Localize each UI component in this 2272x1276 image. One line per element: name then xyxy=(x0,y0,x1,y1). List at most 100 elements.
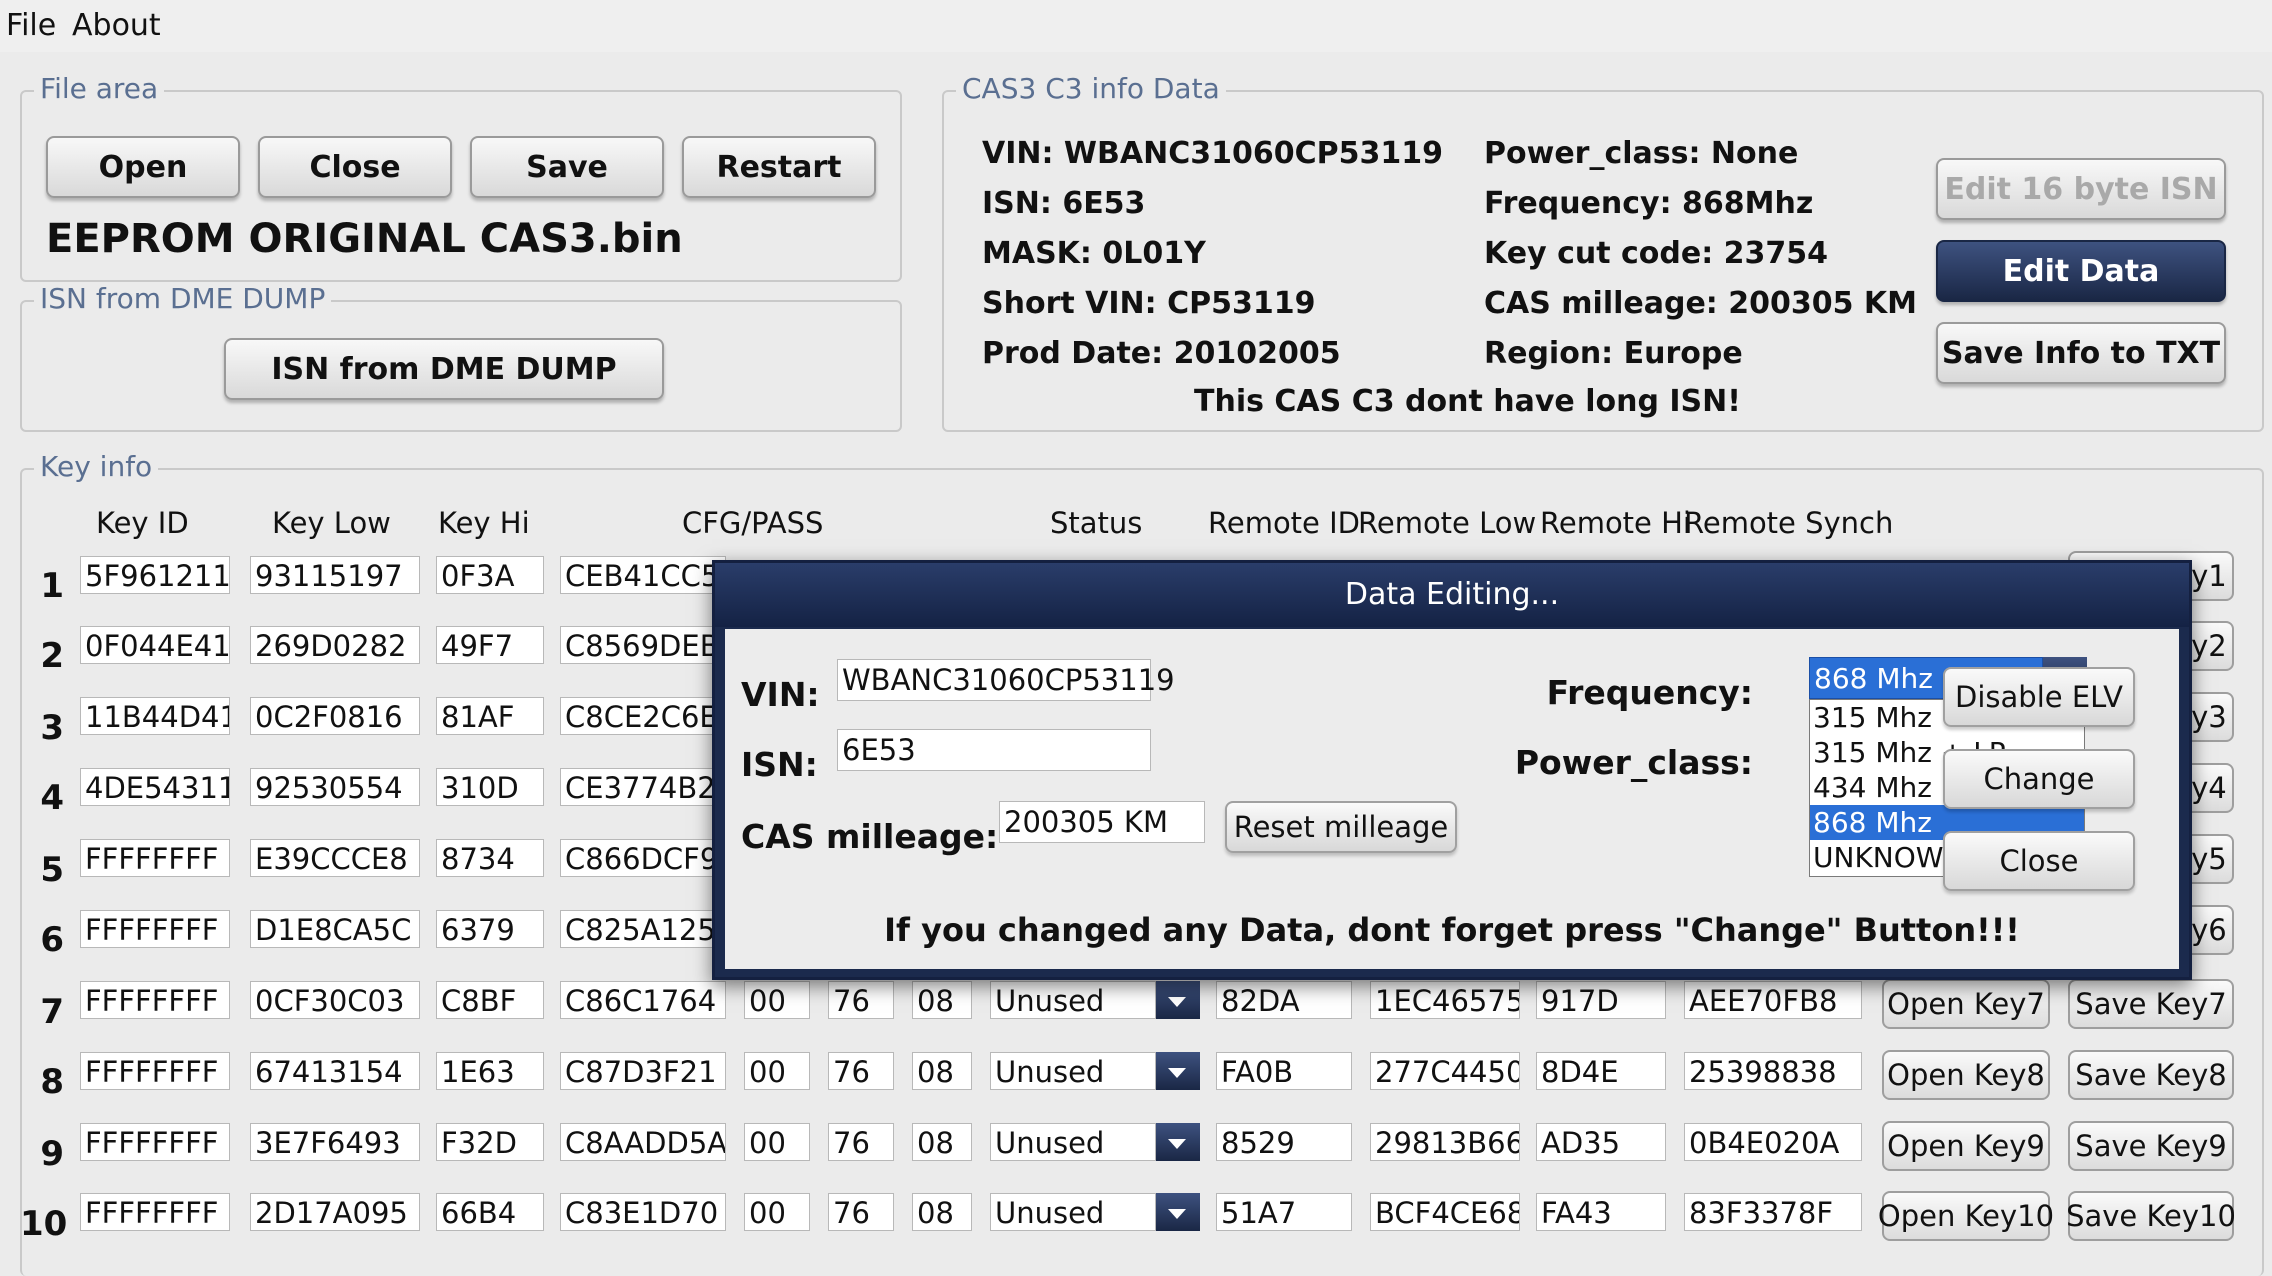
pass-byte-2-field[interactable]: 76 xyxy=(828,981,894,1019)
key-id-field[interactable]: 4DE54311 xyxy=(80,768,230,806)
key-hi-field[interactable]: 1E63 xyxy=(436,1052,544,1090)
restart-button[interactable]: Restart xyxy=(682,136,876,198)
pass-byte-3-field[interactable]: 08 xyxy=(912,1193,972,1231)
remote-low-field[interactable]: 29813B66 xyxy=(1370,1123,1520,1161)
key-low-field[interactable]: E39CCCE8 xyxy=(250,839,420,877)
cfg-pass-field[interactable]: CE3774B2 xyxy=(560,768,726,806)
remote-hi-field[interactable]: FA43 xyxy=(1536,1193,1666,1231)
cfg-pass-field[interactable]: C825A125 xyxy=(560,910,726,948)
remote-low-field[interactable]: 1EC46575 xyxy=(1370,981,1520,1019)
edit-data-button[interactable]: Edit Data xyxy=(1936,240,2226,302)
pass-byte-1-field[interactable]: 00 xyxy=(744,1052,810,1090)
key-hi-field[interactable]: 49F7 xyxy=(436,626,544,664)
remote-hi-field[interactable]: 917D xyxy=(1536,981,1666,1019)
open-key-button[interactable]: Open Key9 xyxy=(1882,1121,2050,1171)
reset-mileage-button[interactable]: Reset milleage xyxy=(1225,801,1457,853)
key-hi-field[interactable]: 0F3A xyxy=(436,556,544,594)
pass-byte-3-field[interactable]: 08 xyxy=(912,1052,972,1090)
remote-synch-field[interactable]: 0B4E020A xyxy=(1684,1123,1862,1161)
open-key-button[interactable]: Open Key7 xyxy=(1882,979,2050,1029)
key-hi-field[interactable]: 310D xyxy=(436,768,544,806)
key-hi-field[interactable]: 81AF xyxy=(436,697,544,735)
vin-input[interactable]: WBANC31060CP53119 xyxy=(837,659,1175,701)
status-select[interactable]: Unused xyxy=(990,981,1156,1019)
key-hi-field[interactable]: 66B4 xyxy=(436,1193,544,1231)
remote-hi-field[interactable]: 8D4E xyxy=(1536,1052,1666,1090)
pass-byte-3-field[interactable]: 08 xyxy=(912,1123,972,1161)
key-low-field[interactable]: 67413154 xyxy=(250,1052,420,1090)
chevron-down-icon[interactable] xyxy=(1156,1193,1200,1231)
save-key-button[interactable]: Save Key7 xyxy=(2068,979,2234,1029)
pass-byte-1-field[interactable]: 00 xyxy=(744,1123,810,1161)
cfg-pass-field[interactable]: C8AADD5A xyxy=(560,1123,726,1161)
cfg-pass-field[interactable]: CEB41CC5 xyxy=(560,556,726,594)
chevron-down-icon[interactable] xyxy=(1156,981,1200,1019)
edit-16-byte-isn-button[interactable]: Edit 16 byte ISN xyxy=(1936,158,2226,220)
key-low-field[interactable]: 0CF30C03 xyxy=(250,981,420,1019)
remote-synch-field[interactable]: AEE70FB8 xyxy=(1684,981,1862,1019)
cfg-pass-field[interactable]: C83E1D70 xyxy=(560,1193,726,1231)
remote-low-field[interactable]: 277C4450 xyxy=(1370,1052,1520,1090)
dialog-title-bar[interactable]: Data Editing... xyxy=(715,563,2189,627)
remote-synch-field[interactable]: 25398838 xyxy=(1684,1052,1862,1090)
close-button[interactable]: Close xyxy=(258,136,452,198)
open-button[interactable]: Open xyxy=(46,136,240,198)
key-id-field[interactable]: FFFFFFFF xyxy=(80,839,230,877)
pass-byte-1-field[interactable]: 00 xyxy=(744,1193,810,1231)
key-low-field[interactable]: 3E7F6493 xyxy=(250,1123,420,1161)
key-id-field[interactable]: FFFFFFFF xyxy=(80,981,230,1019)
chevron-down-icon[interactable] xyxy=(1156,1052,1200,1090)
remote-id-field[interactable]: FA0B xyxy=(1216,1052,1352,1090)
key-id-field[interactable]: FFFFFFFF xyxy=(80,1052,230,1090)
key-hi-field[interactable]: F32D xyxy=(436,1123,544,1161)
key-id-field[interactable]: FFFFFFFF xyxy=(80,910,230,948)
chevron-down-icon[interactable] xyxy=(1156,1123,1200,1161)
cfg-pass-field[interactable]: C8CE2C6E xyxy=(560,697,726,735)
menu-about[interactable]: About xyxy=(72,8,161,43)
disable-elv-button[interactable]: Disable ELV xyxy=(1943,667,2135,727)
remote-id-field[interactable]: 82DA xyxy=(1216,981,1352,1019)
isn-from-dme-button[interactable]: ISN from DME DUMP xyxy=(224,338,664,400)
remote-hi-field[interactable]: AD35 xyxy=(1536,1123,1666,1161)
key-hi-field[interactable]: 6379 xyxy=(436,910,544,948)
key-id-field[interactable]: FFFFFFFF xyxy=(80,1123,230,1161)
remote-id-field[interactable]: 8529 xyxy=(1216,1123,1352,1161)
key-low-field[interactable]: D1E8CA5C xyxy=(250,910,420,948)
pass-byte-2-field[interactable]: 76 xyxy=(828,1193,894,1231)
isn-input[interactable]: 6E53 xyxy=(837,729,1151,771)
status-select[interactable]: Unused xyxy=(990,1123,1156,1161)
open-key-button[interactable]: Open Key10 xyxy=(1878,1191,2054,1241)
remote-id-field[interactable]: 51A7 xyxy=(1216,1193,1352,1231)
key-low-field[interactable]: 0C2F0816 xyxy=(250,697,420,735)
pass-byte-3-field[interactable]: 08 xyxy=(912,981,972,1019)
remote-low-field[interactable]: BCF4CE68 xyxy=(1370,1193,1520,1231)
cfg-pass-field[interactable]: C87D3F21 xyxy=(560,1052,726,1090)
save-key-button[interactable]: Save Key9 xyxy=(2068,1121,2234,1171)
pass-byte-2-field[interactable]: 76 xyxy=(828,1123,894,1161)
key-hi-field[interactable]: C8BF xyxy=(436,981,544,1019)
mileage-input[interactable]: 200305 KM xyxy=(999,801,1205,843)
status-select[interactable]: Unused xyxy=(990,1193,1156,1231)
key-low-field[interactable]: 269D0282 xyxy=(250,626,420,664)
pass-byte-2-field[interactable]: 76 xyxy=(828,1052,894,1090)
pass-byte-1-field[interactable]: 00 xyxy=(744,981,810,1019)
save-key-button[interactable]: Save Key8 xyxy=(2068,1050,2234,1100)
save-info-txt-button[interactable]: Save Info to TXT xyxy=(1936,322,2226,384)
open-key-button[interactable]: Open Key8 xyxy=(1882,1050,2050,1100)
change-button[interactable]: Change xyxy=(1943,749,2135,809)
cfg-pass-field[interactable]: C866DCF9 xyxy=(560,839,726,877)
save-key-button[interactable]: Save Key10 xyxy=(2066,1191,2236,1241)
key-id-field[interactable]: FFFFFFFF xyxy=(80,1193,230,1231)
key-id-field[interactable]: 5F961211 xyxy=(80,556,230,594)
cfg-pass-field[interactable]: C8569DEB xyxy=(560,626,726,664)
key-low-field[interactable]: 92530554 xyxy=(250,768,420,806)
key-low-field[interactable]: 93115197 xyxy=(250,556,420,594)
key-id-field[interactable]: 11B44D41 xyxy=(80,697,230,735)
key-hi-field[interactable]: 8734 xyxy=(436,839,544,877)
key-low-field[interactable]: 2D17A095 xyxy=(250,1193,420,1231)
menu-file[interactable]: File xyxy=(6,8,56,43)
save-button[interactable]: Save xyxy=(470,136,664,198)
dialog-close-button[interactable]: Close xyxy=(1943,831,2135,891)
cfg-pass-field[interactable]: C86C1764 xyxy=(560,981,726,1019)
status-select[interactable]: Unused xyxy=(990,1052,1156,1090)
